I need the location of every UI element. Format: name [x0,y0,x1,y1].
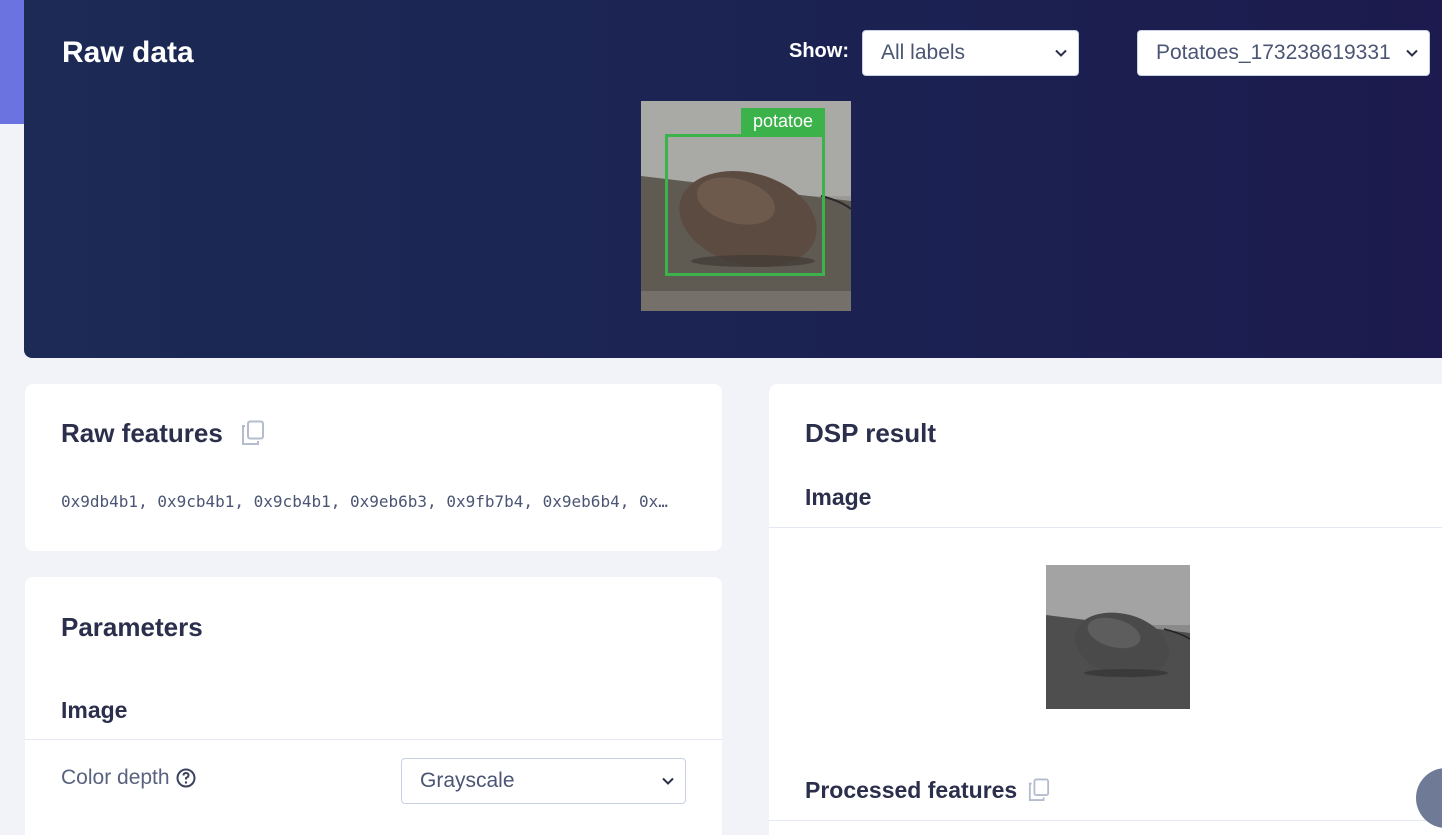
show-label: Show: [789,40,849,62]
chevron-down-icon [662,777,674,785]
processed-features-title: Processed features [805,777,1018,803]
copy-icon[interactable] [1028,778,1050,802]
raw-data-title: Raw data [62,36,194,69]
raw-sample-image: potatoe [641,101,851,311]
dsp-image-heading: Image [805,484,872,510]
help-icon[interactable] [176,768,196,788]
parameters-title: Parameters [61,612,203,642]
parameters-card: Parameters Image Color depth Grayscale [25,577,722,835]
label-filter-select[interactable]: All labels [862,30,1079,76]
bounding-box-label: potatoe [741,108,826,134]
raw-features-values: 0x9db4b1, 0x9cb4b1, 0x9cb4b1, 0x9eb6b3, … [61,492,668,511]
sample-select-value: Potatoes_173238619331 [1156,41,1391,64]
chevron-down-icon [1406,49,1418,57]
parameters-image-heading: Image [61,697,128,723]
color-depth-label-row: Color depth [61,766,196,790]
divider [769,527,1442,528]
color-depth-value: Grayscale [420,769,515,792]
color-depth-select[interactable]: Grayscale [401,758,686,804]
chevron-down-icon [1055,49,1067,57]
copy-icon[interactable] [241,420,265,446]
sample-select[interactable]: Potatoes_173238619331 [1137,30,1430,76]
divider [25,739,722,740]
grayscale-potato-photo [1046,565,1190,709]
sidebar-accent [0,0,26,124]
bounding-box [665,134,825,276]
raw-features-card: Raw features 0x9db4b1, 0x9cb4b1, 0x9cb4b… [25,384,722,551]
dsp-result-title: DSP result [805,418,937,448]
label-filter-value: All labels [881,41,966,64]
color-depth-label: Color depth [61,766,170,789]
raw-features-title: Raw features [61,418,223,448]
raw-data-panel: Raw data Show: All labels Potatoes_17323… [24,0,1442,358]
processed-image [1046,565,1190,709]
divider [769,820,1442,821]
dsp-result-card: DSP result Image Processed features [769,384,1442,835]
